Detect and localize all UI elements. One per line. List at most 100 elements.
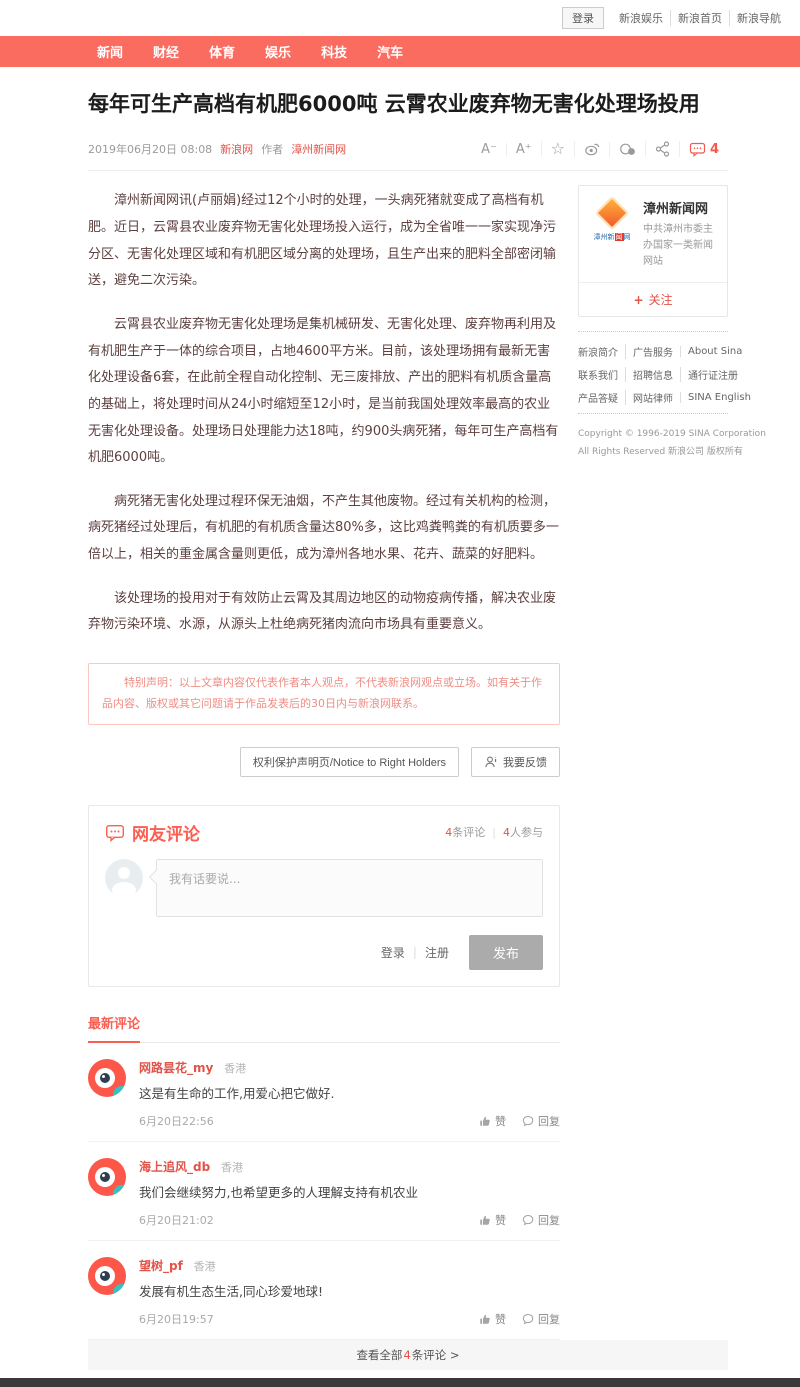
link-passport-register[interactable]: 通行证注册 <box>680 367 745 382</box>
sidebar: 漳州新闻网 漳州新闻网 中共漳州市委主办国家一类新闻网站 +关注 新浪简介 广告… <box>578 171 728 460</box>
link-about-sina[interactable]: About Sina <box>680 346 749 357</box>
reply-button[interactable]: 回复 <box>522 1212 560 1228</box>
reply-button[interactable]: 回复 <box>522 1311 560 1327</box>
reply-icon <box>522 1313 534 1325</box>
default-user-avatar <box>105 859 143 897</box>
comment-count-icon[interactable]: 4 <box>679 141 728 157</box>
article-date: 2019年06月20日 08:08 <box>88 141 212 157</box>
source-card-desc: 中共漳州市委主办国家一类新闻网站 <box>643 222 717 270</box>
page-footer-strip <box>0 1378 800 1387</box>
article-source-link[interactable]: 新浪网 <box>220 141 253 157</box>
comment-actions: 登录 | 注册 发布 <box>105 935 543 970</box>
latest-comments: 最新评论 网路昙花_my 香港 这是有生命的工作,用爱心把它做好. 6月20日2… <box>88 1013 560 1340</box>
comment-text: 这是有生命的工作,用爱心把它做好. <box>139 1084 560 1104</box>
comment-input[interactable] <box>156 859 543 917</box>
link-ad-service[interactable]: 广告服务 <box>625 344 680 359</box>
special-statement: 特别声明：以上文章内容仅代表作者本人观点，不代表新浪网观点或立场。如有关于作品内… <box>88 663 560 725</box>
comment-login-link[interactable]: 登录 <box>381 944 405 961</box>
page-title: 每年可生产高档有机肥6000吨 云霄农业废弃物无害化处理场投用 <box>88 89 728 119</box>
participants-count: 4 <box>503 826 510 839</box>
article-paragraph: 该处理场的投用对于有效防止云霄及其周边地区的动物疫病传播，解决农业废弃物污染环境… <box>88 586 560 639</box>
main-column: 漳州新闻网讯(卢丽娟)经过12个小时的处理，一头病死猪就变成了高档有机肥。近日，… <box>88 171 560 1339</box>
zhangzhou-news-logo[interactable]: 漳州新闻网 <box>589 198 635 270</box>
top-bar: 登录 新浪娱乐 新浪首页 新浪导航 <box>0 0 800 36</box>
columns: 漳州新闻网讯(卢丽娟)经过12个小时的处理，一头病死猪就变成了高档有机肥。近日，… <box>88 171 728 1339</box>
comment-item: 网路昙花_my 香港 这是有生命的工作,用爱心把它做好. 6月20日22:56 … <box>88 1043 560 1142</box>
comments-header: 网友评论 4条评论|4人参与 <box>105 820 543 845</box>
latest-comments-tab[interactable]: 最新评论 <box>88 1013 140 1043</box>
comments-stats: 4条评论|4人参与 <box>445 824 543 840</box>
link-sina-home[interactable]: 新浪首页 <box>670 10 729 26</box>
nav-item-ent[interactable]: 娱乐 <box>250 42 306 61</box>
copyright: Copyright © 1996-2019 SINA Corporation A… <box>578 426 728 460</box>
nav-item-finance[interactable]: 财经 <box>138 42 194 61</box>
thumb-up-icon <box>479 1313 491 1325</box>
font-increase-icon[interactable]: A⁺ <box>506 143 541 156</box>
thumb-up-icon <box>479 1115 491 1127</box>
plus-icon: + <box>633 293 643 307</box>
commenter-name[interactable]: 网路昙花_my <box>139 1061 213 1075</box>
commenter-region: 香港 <box>224 1062 246 1075</box>
latest-comments-header: 最新评论 <box>88 1013 560 1043</box>
favorite-star-icon[interactable]: ☆ <box>541 141 574 157</box>
commenter-name[interactable]: 海上追风_db <box>139 1160 210 1174</box>
reply-button[interactable]: 回复 <box>522 1113 560 1129</box>
nav-item-auto[interactable]: 汽车 <box>362 42 418 61</box>
feedback-button[interactable]: 我要反馈 <box>471 747 560 777</box>
publish-button[interactable]: 发布 <box>469 935 543 970</box>
rights-notice-button[interactable]: 权利保护声明页/Notice to Right Holders <box>240 747 459 777</box>
like-button[interactable]: 赞 <box>479 1113 506 1129</box>
source-card-title[interactable]: 漳州新闻网 <box>643 198 717 217</box>
content-container: 每年可生产高档有机肥6000吨 云霄农业废弃物无害化处理场投用 2019年06月… <box>88 67 728 1370</box>
font-decrease-icon[interactable]: A⁻ <box>472 143 506 156</box>
like-button[interactable]: 赞 <box>479 1212 506 1228</box>
comment-date: 6月20日19:57 <box>139 1311 214 1327</box>
comment-register-link[interactable]: 注册 <box>425 944 449 961</box>
link-sina-nav[interactable]: 新浪导航 <box>729 10 788 26</box>
wechat-share-icon[interactable] <box>609 142 645 157</box>
author-label: 作者 <box>261 141 283 157</box>
nav-item-sports[interactable]: 体育 <box>194 42 250 61</box>
commenter-name[interactable]: 望树_pf <box>139 1259 183 1273</box>
comment-item: 海上追风_db 香港 我们会继续努力,也希望更多的人理解支持有机农业 6月20日… <box>88 1142 560 1241</box>
commenter-region: 香港 <box>221 1161 243 1174</box>
commenter-avatar[interactable] <box>88 1059 126 1097</box>
follow-button[interactable]: +关注 <box>579 282 727 316</box>
article-author-link[interactable]: 漳州新闻网 <box>291 141 346 157</box>
comments-title: 网友评论 <box>105 820 200 845</box>
share-nodes-icon[interactable] <box>645 141 679 157</box>
logo-diamond-icon <box>595 196 629 230</box>
link-jobs[interactable]: 招聘信息 <box>625 367 680 382</box>
link-site-lawyer[interactable]: 网站律师 <box>625 390 680 405</box>
article-actions: 权利保护声明页/Notice to Right Holders 我要反馈 <box>88 747 560 777</box>
reply-icon <box>522 1115 534 1127</box>
comment-date: 6月20日22:56 <box>139 1113 214 1129</box>
article-toolbar: A⁻ A⁺ ☆ <box>472 141 728 157</box>
nav-item-news[interactable]: 新闻 <box>82 42 138 61</box>
comment-bubble-icon <box>105 823 125 842</box>
link-sina-english[interactable]: SINA English <box>680 392 758 403</box>
commenter-avatar[interactable] <box>88 1158 126 1196</box>
link-product-faq[interactable]: 产品答疑 <box>578 390 625 405</box>
article-meta: 2019年06月20日 08:08 新浪网 作者 漳州新闻网 A⁻ A⁺ ☆ <box>88 141 728 171</box>
link-contact-us[interactable]: 联系我们 <box>578 367 625 382</box>
article-paragraph: 病死猪无害化处理过程环保无油烟，不产生其他废物。经过有关机构的检测，病死猪经过处… <box>88 489 560 569</box>
comments-card: 网友评论 4条评论|4人参与 登录 | 注册 发布 <box>88 805 560 987</box>
article-paragraph: 漳州新闻网讯(卢丽娟)经过12个小时的处理，一头病死猪就变成了高档有机肥。近日，… <box>88 188 560 295</box>
link-sina-ent[interactable]: 新浪娱乐 <box>612 10 670 26</box>
nav-item-tech[interactable]: 科技 <box>306 42 362 61</box>
main-nav: 新闻 财经 体育 娱乐 科技 汽车 <box>0 36 800 67</box>
login-button[interactable]: 登录 <box>562 7 604 29</box>
article-paragraph: 云霄县农业废弃物无害化处理场是集机械研发、无害化处理、废弃物再利用及有机肥生产于… <box>88 312 560 472</box>
commenter-avatar[interactable] <box>88 1257 126 1295</box>
comment-input-wrap <box>156 859 543 921</box>
comment-text: 我们会继续努力,也希望更多的人理解支持有机农业 <box>139 1183 560 1203</box>
view-all-comments-button[interactable]: 查看全部4条评论 > <box>88 1340 728 1370</box>
comment-item: 望树_pf 香港 发展有机生态生活,同心珍爱地球! 6月20日19:57 赞 <box>88 1241 560 1340</box>
comment-text: 发展有机生态生活,同心珍爱地球! <box>139 1282 560 1302</box>
weibo-share-icon[interactable] <box>574 141 609 157</box>
like-button[interactable]: 赞 <box>479 1311 506 1327</box>
comment-count-badge: 4 <box>710 143 719 156</box>
sidebar-links: 新浪简介 广告服务 About Sina 联系我们 招聘信息 通行证注册 产品答… <box>578 331 728 414</box>
link-sina-intro[interactable]: 新浪简介 <box>578 344 625 359</box>
